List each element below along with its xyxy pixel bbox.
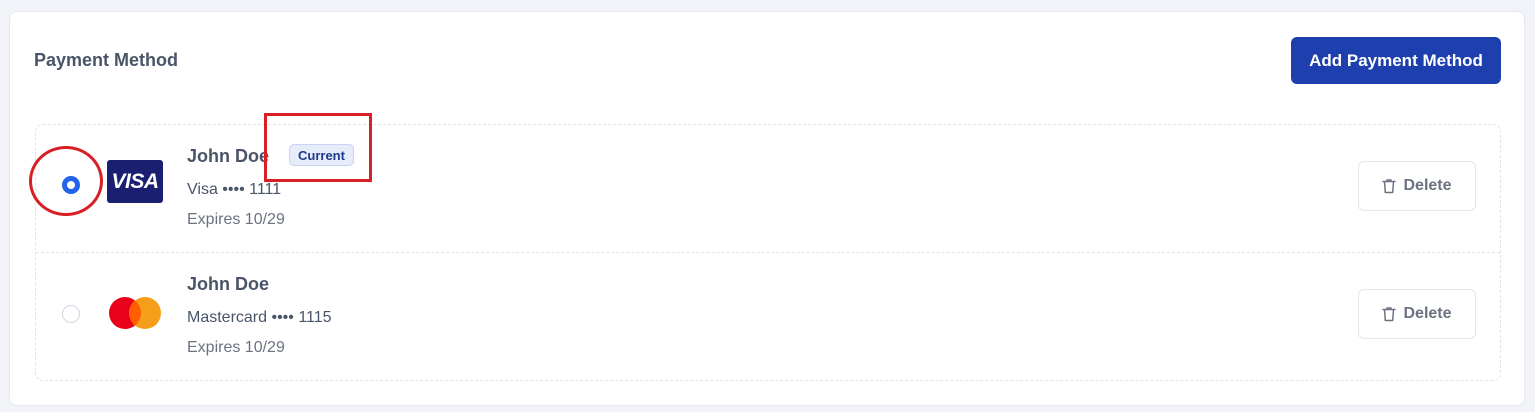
delete-button[interactable]: Delete xyxy=(1358,161,1476,211)
delete-label: Delete xyxy=(1403,305,1452,322)
card-holder-name: John Doe xyxy=(187,274,270,294)
visa-logo-icon: VISA xyxy=(107,160,163,203)
delete-label: Delete xyxy=(1403,177,1452,194)
card-number-line: Visa •••• 1111 xyxy=(187,181,282,198)
add-payment-method-button[interactable]: Add Payment Method xyxy=(1291,37,1501,84)
trash-icon xyxy=(1382,306,1397,322)
card-holder-name: John Doe xyxy=(187,146,270,166)
trash-icon xyxy=(1382,178,1397,194)
annotation-highlight-rectangle xyxy=(264,113,372,182)
payment-method-row[interactable]: VISA John Doe Current Visa •••• 1111 Exp… xyxy=(36,125,1500,253)
annotation-highlight-circle xyxy=(29,146,103,216)
payment-method-row[interactable]: John Doe Mastercard •••• 1115 Expires 10… xyxy=(36,253,1500,381)
mastercard-logo-icon xyxy=(108,296,162,330)
payment-method-list: VISA John Doe Current Visa •••• 1111 Exp… xyxy=(35,124,1501,381)
card-number-line: Mastercard •••• 1115 xyxy=(187,309,332,326)
delete-button[interactable]: Delete xyxy=(1358,289,1476,339)
card-expiry: Expires 10/29 xyxy=(187,211,285,228)
payment-method-radio[interactable] xyxy=(62,305,80,323)
payment-method-card: Payment Method Add Payment Method VISA J… xyxy=(9,11,1525,406)
section-title: Payment Method xyxy=(34,50,179,70)
card-expiry: Expires 10/29 xyxy=(187,339,285,356)
